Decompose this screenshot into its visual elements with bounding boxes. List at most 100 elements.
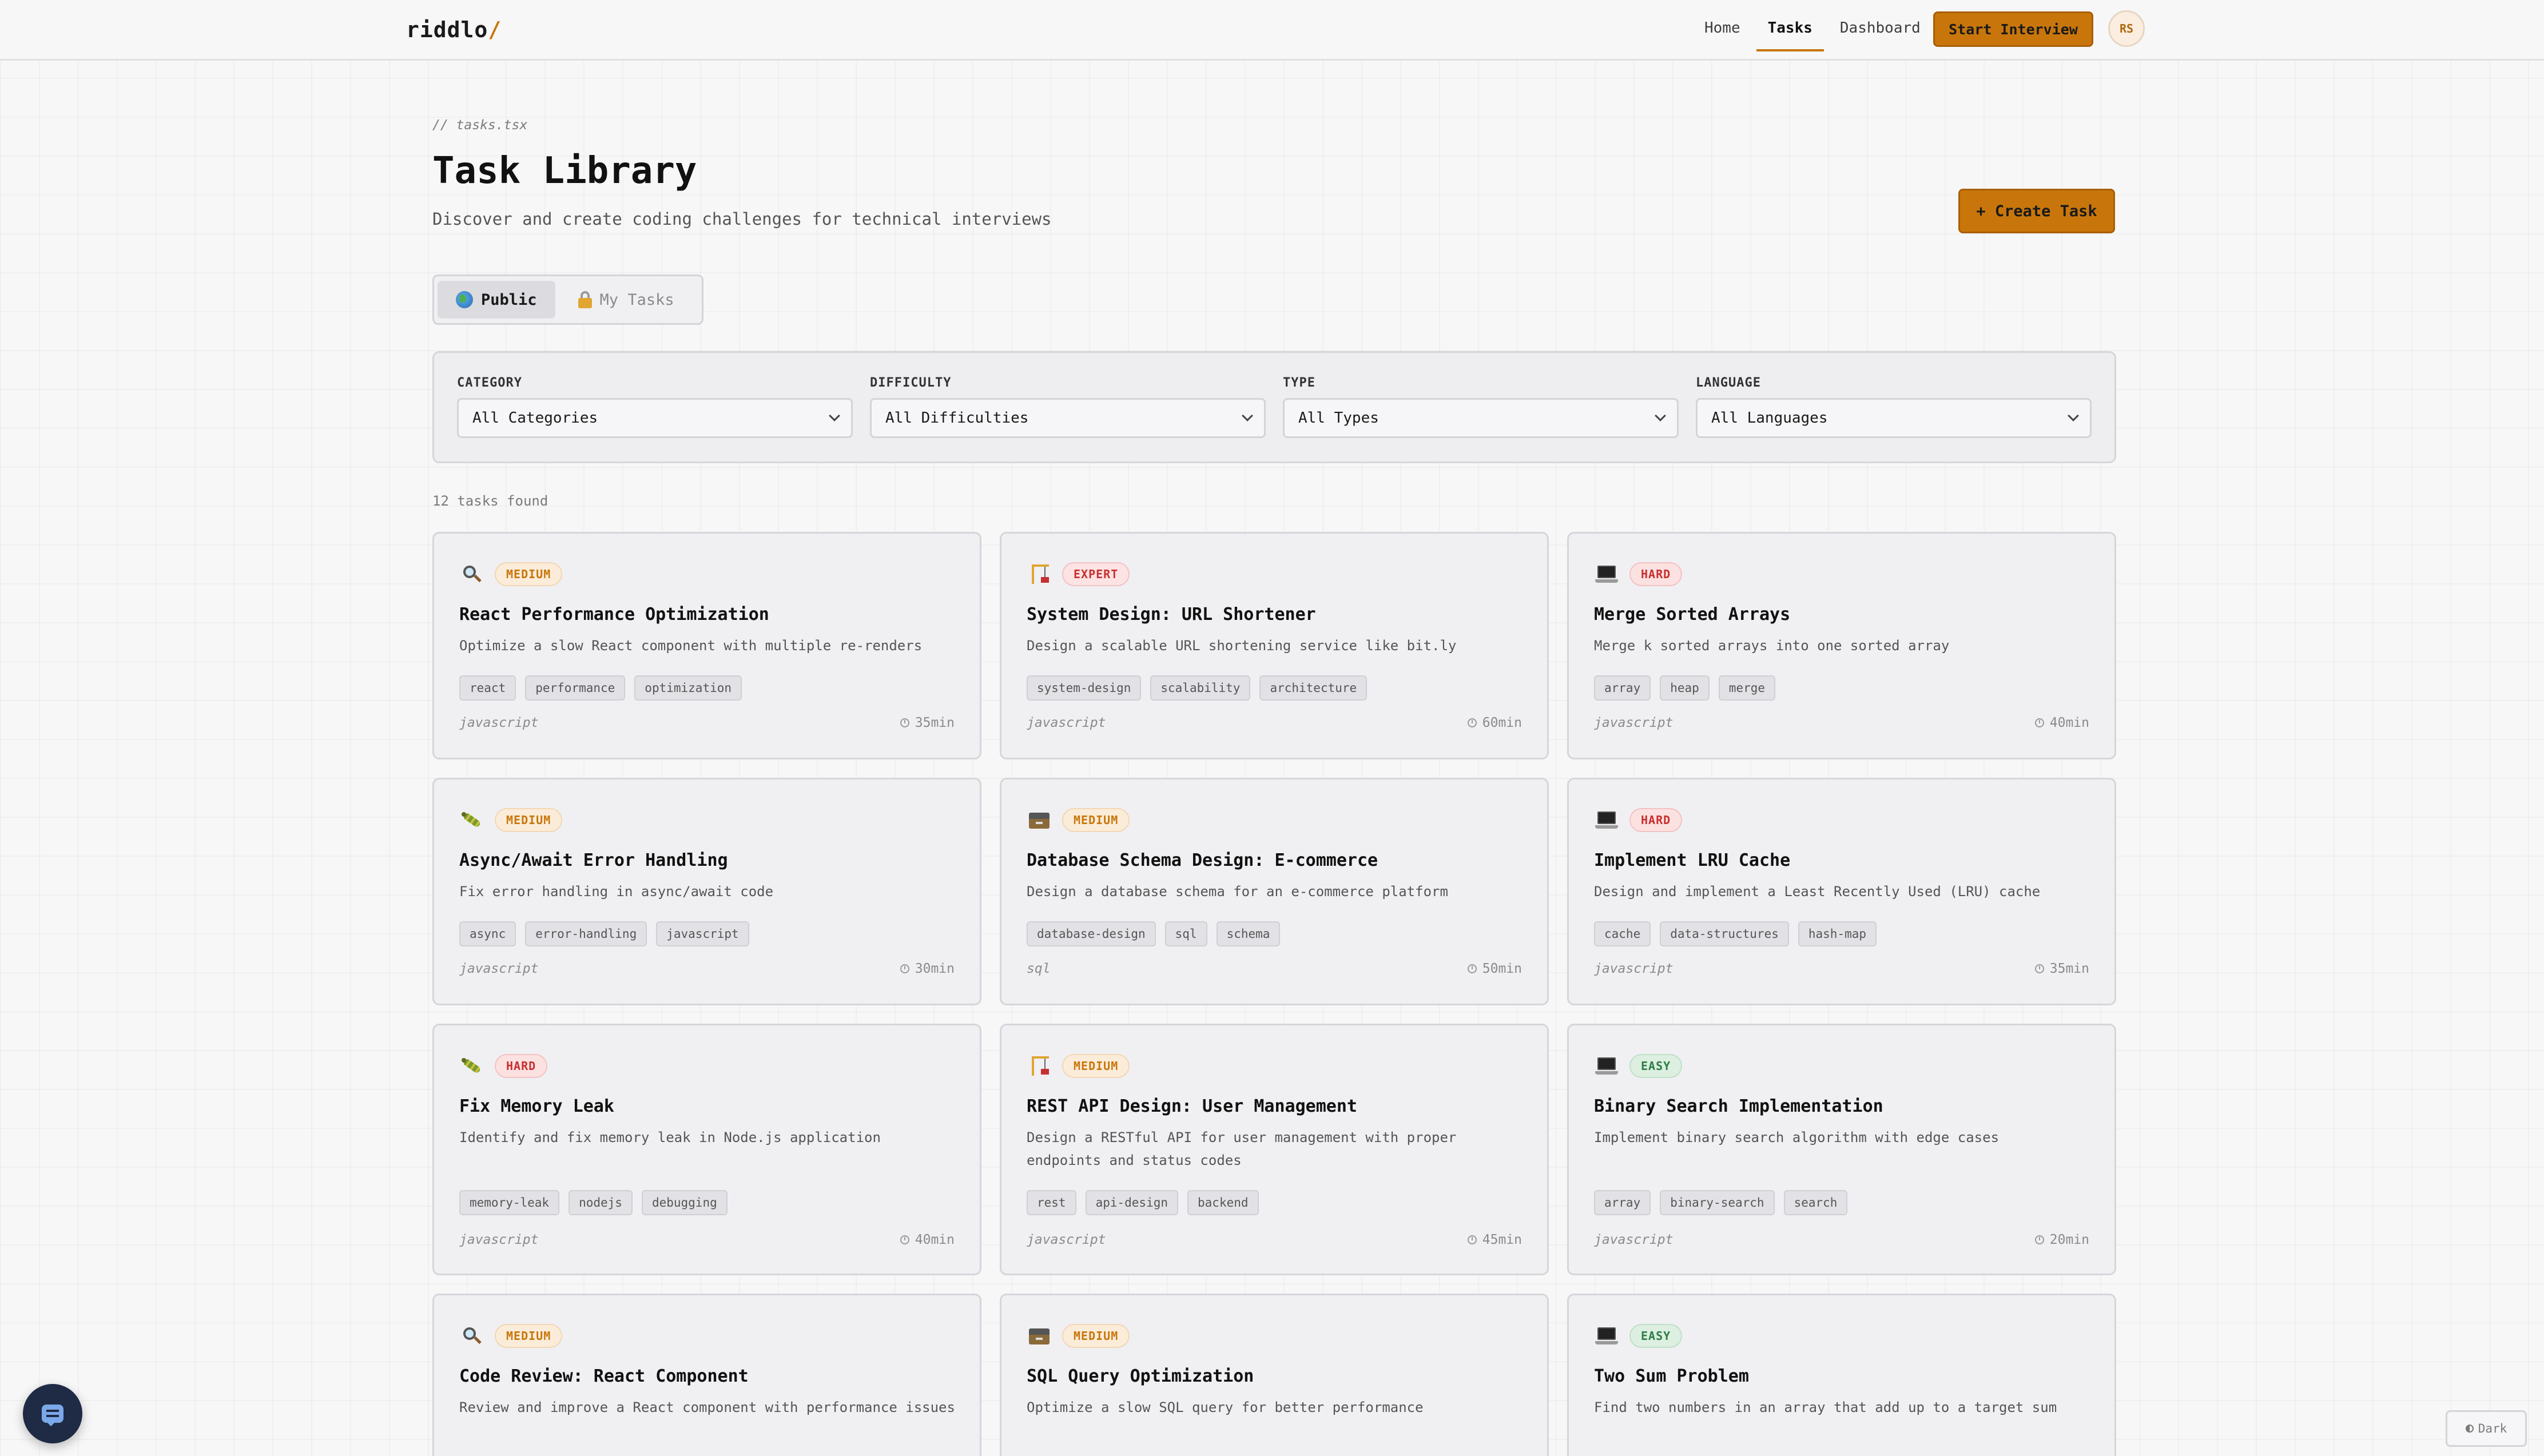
tag-list: system-design scalability architecture	[1027, 675, 1368, 701]
tag-list: rest api-design backend	[1027, 1190, 1259, 1215]
tag: async	[459, 921, 516, 946]
top-navbar: riddlo/ Home Tasks Dashboard Start Inter…	[0, 0, 2544, 61]
bug-icon	[459, 1055, 484, 1077]
file-cabinet-icon	[1027, 809, 1052, 832]
task-duration: 45min	[1467, 1232, 1522, 1247]
task-card[interactable]: MEDIUM SQL Query Optimization Optimize a s…	[1000, 1294, 1549, 1456]
tag-list: cache data-structures hash-map	[1594, 921, 1877, 946]
task-card[interactable]: HARD Fix Memory Leak Identify and fix memo…	[432, 1024, 981, 1275]
chevron-down-icon	[1242, 410, 1253, 421]
tag: merge	[1718, 675, 1776, 701]
task-duration: 50min	[1467, 961, 1522, 976]
contrast-icon	[2465, 1425, 2474, 1433]
tag: optimization	[634, 675, 742, 701]
card-header: EASY	[1594, 1054, 1683, 1078]
task-title: Fix Memory Leak	[459, 1096, 614, 1116]
laptop-icon	[1594, 563, 1619, 586]
clock-icon	[900, 1235, 909, 1244]
difficulty-badge: MEDIUM	[1062, 1324, 1130, 1348]
card-header: HARD	[1594, 562, 1683, 586]
card-header: MEDIUM	[459, 1324, 563, 1348]
difficulty-badge: MEDIUM	[495, 1324, 563, 1348]
nav-link-home[interactable]: Home	[1693, 17, 1752, 51]
tag: performance	[525, 675, 626, 701]
chevron-down-icon	[2068, 410, 2079, 421]
difficulty-badge: MEDIUM	[495, 562, 563, 586]
filter-language: LANGUAGE All Languages	[1696, 376, 2092, 438]
task-duration-value: 45min	[1482, 1232, 1522, 1247]
language-select[interactable]: All Languages	[1696, 398, 2092, 438]
difficulty-badge: HARD	[1629, 808, 1683, 832]
task-card[interactable]: EXPERT System Design: URL Shortener Design…	[1000, 532, 1549, 759]
toggle-public-label: Public	[481, 291, 537, 309]
type-select[interactable]: All Types	[1283, 398, 1679, 438]
nav-link-tasks[interactable]: Tasks	[1756, 17, 1824, 51]
task-card[interactable]: HARD Merge Sorted Arrays Merge k sorted ar…	[1567, 532, 2116, 759]
clock-icon	[2034, 964, 2044, 973]
tag: hash-map	[1798, 921, 1877, 946]
filter-panel: CATEGORY All Categories DIFFICULTY All D…	[432, 351, 2116, 463]
tag: nodejs	[569, 1190, 633, 1215]
create-task-button[interactable]: + Create Task	[1958, 189, 2115, 233]
task-title: Two Sum Problem	[1594, 1366, 1749, 1386]
chat-button[interactable]	[23, 1384, 82, 1443]
difficulty-select[interactable]: All Difficulties	[870, 398, 1266, 438]
theme-toggle-button[interactable]: Dark	[2446, 1410, 2527, 1447]
lock-icon	[578, 291, 592, 308]
task-language: javascript	[1027, 715, 1106, 730]
task-card[interactable]: MEDIUM Async/Await Error Handling Fix erro…	[432, 778, 981, 1005]
tag-list: array binary-search search	[1594, 1190, 1848, 1215]
user-avatar[interactable]: RS	[2108, 10, 2145, 47]
task-card[interactable]: EASY Binary Search Implementation Implemen…	[1567, 1024, 2116, 1275]
task-description: Fix error handling in async/await code	[459, 884, 774, 900]
task-card[interactable]: HARD Implement LRU Cache Design and implem…	[1567, 778, 2116, 1005]
task-language: javascript	[459, 961, 539, 976]
toggle-my-tasks-label: My Tasks	[599, 291, 674, 309]
tag: data-structures	[1660, 921, 1789, 946]
clock-icon	[1467, 1235, 1477, 1244]
task-duration: 35min	[2034, 961, 2089, 976]
page-title: Task Library	[432, 150, 697, 192]
task-description: Design and implement a Least Recently Us…	[1594, 884, 2041, 900]
task-duration: 40min	[2034, 715, 2089, 730]
clock-icon	[2034, 718, 2044, 727]
nav-link-dashboard[interactable]: Dashboard	[1828, 17, 1932, 51]
tag: architecture	[1259, 675, 1368, 701]
task-duration-value: 60min	[1482, 715, 1522, 730]
task-card[interactable]: EASY Two Sum Problem Find two numbers in a…	[1567, 1294, 2116, 1456]
task-card[interactable]: MEDIUM REST API Design: User Management De…	[1000, 1024, 1549, 1275]
tag: database-design	[1027, 921, 1156, 946]
task-duration: 60min	[1467, 715, 1522, 730]
type-select-value: All Types	[1298, 409, 1379, 427]
difficulty-badge: MEDIUM	[1062, 1054, 1130, 1078]
difficulty-badge: MEDIUM	[495, 808, 563, 832]
task-duration-value: 35min	[2049, 961, 2089, 976]
task-card[interactable]: MEDIUM React Performance Optimization Opti…	[432, 532, 981, 759]
start-interview-button[interactable]: Start Interview	[1933, 11, 2093, 47]
task-language: sql	[1027, 961, 1051, 976]
results-count: 12 tasks found	[432, 493, 548, 509]
difficulty-badge: MEDIUM	[1062, 808, 1130, 832]
category-select[interactable]: All Categories	[457, 398, 853, 438]
card-header: MEDIUM	[459, 808, 563, 832]
task-duration: 40min	[900, 1232, 955, 1247]
filter-type: TYPE All Types	[1283, 376, 1679, 438]
clock-icon	[1467, 718, 1477, 727]
card-header: EASY	[1594, 1324, 1683, 1348]
logo[interactable]: riddlo/	[406, 17, 502, 42]
tag: backend	[1187, 1190, 1259, 1215]
difficulty-badge: EASY	[1629, 1324, 1683, 1348]
tag: javascript	[656, 921, 749, 946]
tag: memory-leak	[459, 1190, 560, 1215]
task-card[interactable]: MEDIUM Database Schema Design: E-commerce…	[1000, 778, 1549, 1005]
toggle-public[interactable]: Public	[438, 281, 555, 319]
tag: binary-search	[1660, 1190, 1775, 1215]
toggle-my-tasks[interactable]: My Tasks	[560, 281, 693, 319]
task-card[interactable]: MEDIUM Code Review: React Component Review…	[432, 1294, 981, 1456]
nav-links: Home Tasks Dashboard	[1693, 17, 1937, 51]
tag: api-design	[1085, 1190, 1179, 1215]
task-language: javascript	[1594, 1232, 1674, 1247]
tag-list: react performance optimization	[459, 675, 742, 701]
tag-list: async error-handling javascript	[459, 921, 749, 946]
card-header: MEDIUM	[1027, 1324, 1130, 1348]
